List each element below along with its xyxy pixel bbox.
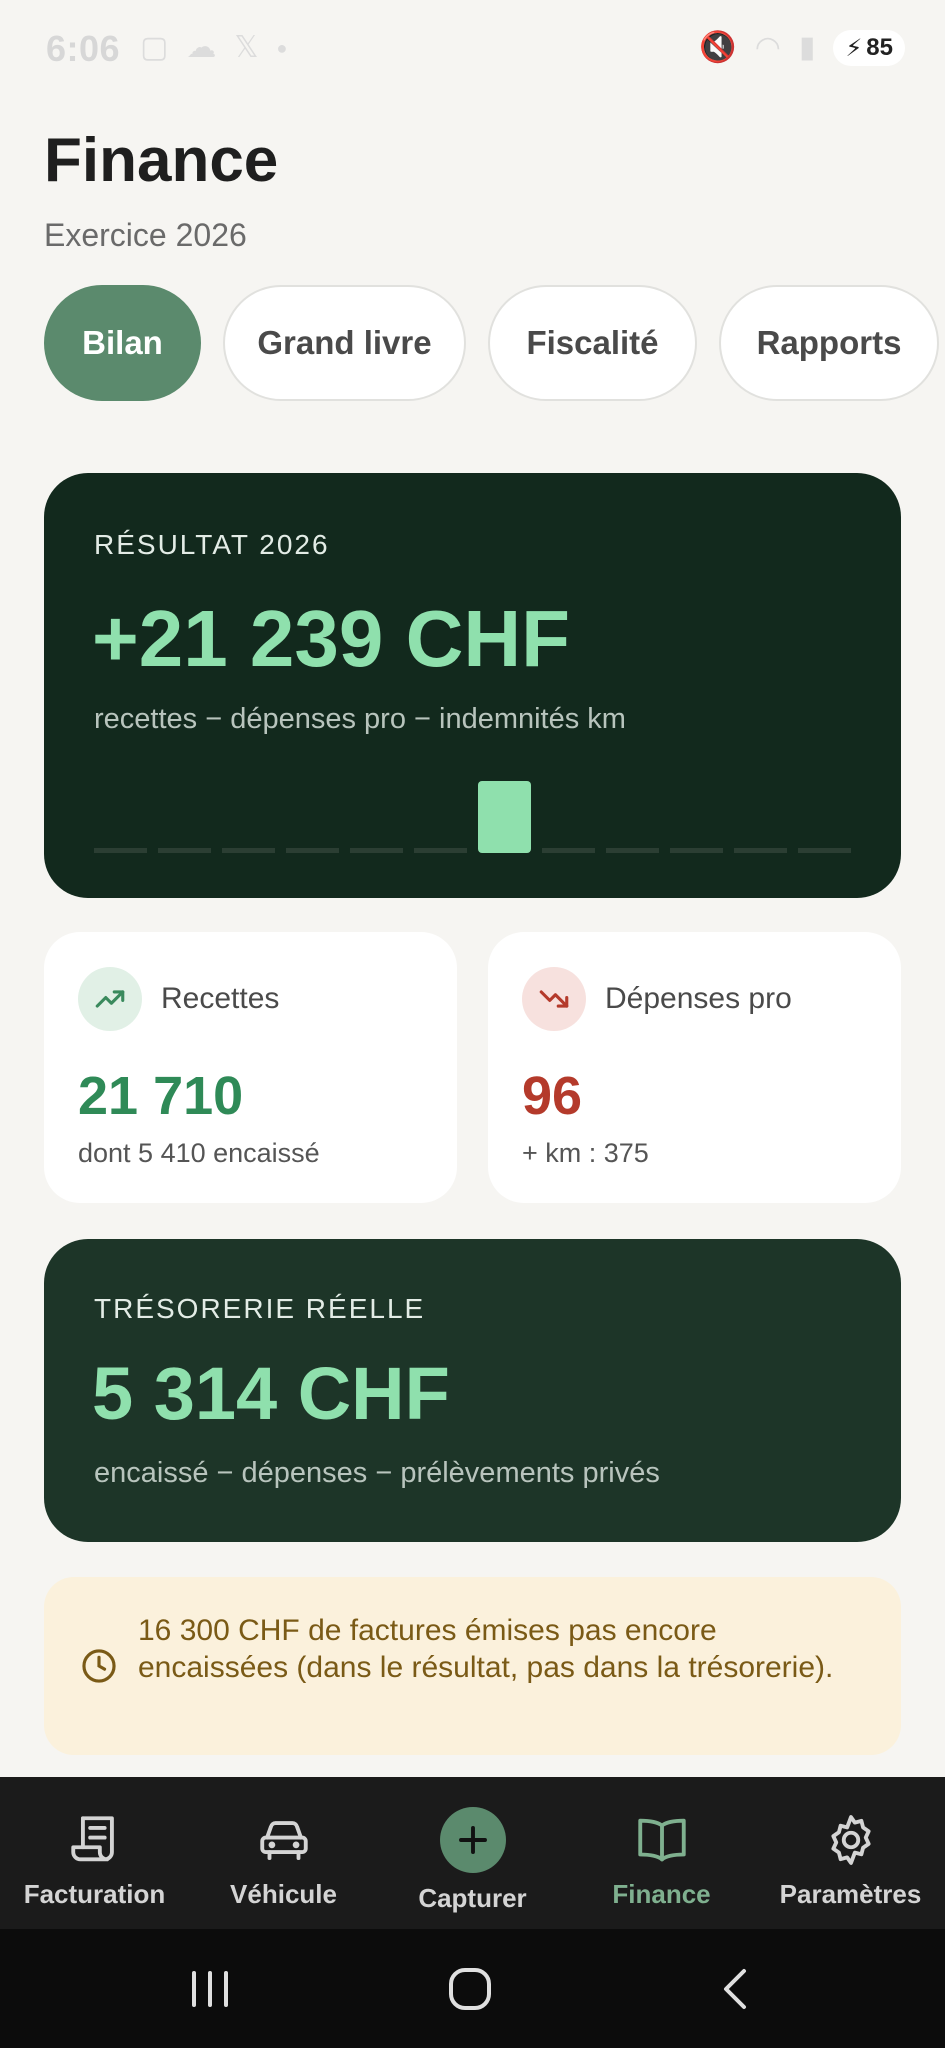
month-bar bbox=[94, 848, 147, 853]
month-bar bbox=[606, 848, 659, 853]
month-bar bbox=[478, 781, 531, 853]
gear-icon bbox=[822, 1809, 880, 1871]
month-bar bbox=[350, 848, 403, 853]
x-app-icon: 𝕏 bbox=[234, 31, 259, 64]
page-subtitle: Exercice 2026 bbox=[44, 217, 247, 253]
month-bar bbox=[222, 848, 275, 853]
nav-facturation[interactable]: Facturation bbox=[0, 1777, 189, 1929]
back-icon[interactable] bbox=[705, 1964, 765, 2014]
treasury-value: 5 314 CHF bbox=[92, 1352, 450, 1435]
result-label: RÉSULTAT 2026 bbox=[94, 529, 330, 560]
status-bar: 6:06 ▢ ☁ 𝕏 ● 🔇 ◠ ▮ ⚡ 85 bbox=[0, 0, 945, 100]
nav-label: Finance bbox=[612, 1879, 711, 1909]
nav-label: Paramètres bbox=[779, 1879, 922, 1909]
trend-down-icon bbox=[522, 967, 586, 1031]
expenses-label: Dépenses pro bbox=[605, 982, 792, 1015]
nav-label: Facturation bbox=[23, 1879, 166, 1909]
system-nav-bar bbox=[0, 1929, 945, 2048]
month-bar bbox=[286, 848, 339, 853]
expenses-sub: + km : 375 bbox=[522, 1138, 649, 1168]
nav-label: Véhicule bbox=[230, 1879, 337, 1909]
clock-icon bbox=[80, 1647, 118, 1690]
month-bar bbox=[158, 848, 211, 853]
battery-indicator: ⚡ 85 bbox=[833, 30, 905, 66]
monthly-bar-chart bbox=[94, 773, 851, 853]
month-bar bbox=[734, 848, 787, 853]
signal-icon: ▮ bbox=[798, 31, 816, 64]
month-bar bbox=[670, 848, 723, 853]
plus-icon bbox=[439, 1807, 506, 1873]
month-bar bbox=[414, 848, 467, 853]
treasury-label: TRÉSORERIE RÉELLE bbox=[94, 1293, 426, 1324]
tab-rapports[interactable]: Rapports bbox=[719, 285, 939, 401]
income-label: Recettes bbox=[161, 982, 280, 1015]
nav-vehicule[interactable]: Véhicule bbox=[189, 1777, 378, 1929]
tab-bar: Bilan Grand livre Fiscalité Rapports bbox=[44, 285, 939, 401]
result-value: +21 239 CHF bbox=[92, 594, 571, 683]
home-icon[interactable] bbox=[440, 1964, 500, 2014]
bottom-nav: Facturation Véhicule Capturer Finance Pa… bbox=[0, 1777, 945, 1929]
book-icon bbox=[631, 1809, 693, 1871]
treasury-card[interactable]: TRÉSORERIE RÉELLE 5 314 CHF encaissé − d… bbox=[44, 1239, 901, 1542]
month-bar bbox=[542, 848, 595, 853]
result-note: recettes − dépenses pro − indemnités km bbox=[94, 703, 626, 735]
battery-icon: ⚡ bbox=[845, 34, 863, 62]
page-title: Finance bbox=[44, 126, 279, 195]
recent-apps-icon[interactable] bbox=[180, 1964, 240, 2014]
result-card[interactable]: RÉSULTAT 2026 +21 239 CHF recettes − dép… bbox=[44, 473, 901, 898]
trend-up-icon bbox=[78, 967, 142, 1031]
screenshot-icon: ▢ bbox=[140, 31, 169, 64]
nav-capturer[interactable]: Capturer bbox=[378, 1777, 567, 1929]
unpaid-invoices-banner: 16 300 CHF de factures émises pas encore… bbox=[44, 1577, 901, 1755]
banner-text: 16 300 CHF de factures émises pas encore… bbox=[138, 1614, 834, 1684]
nav-finance[interactable]: Finance bbox=[567, 1777, 756, 1929]
tab-grand-livre[interactable]: Grand livre bbox=[223, 285, 466, 401]
expenses-value: 96 bbox=[522, 1066, 583, 1126]
nav-parametres[interactable]: Paramètres bbox=[756, 1777, 945, 1929]
month-bar bbox=[798, 848, 851, 853]
battery-level: 85 bbox=[866, 34, 893, 61]
income-card[interactable]: Recettes 21 710 dont 5 410 encaissé bbox=[44, 932, 457, 1203]
mute-icon: 🔇 bbox=[699, 31, 737, 64]
tab-bilan[interactable]: Bilan bbox=[44, 285, 201, 401]
wifi-icon: ◠ bbox=[754, 31, 781, 64]
cloud-icon: ☁ bbox=[186, 31, 217, 64]
receipt-icon bbox=[66, 1809, 124, 1871]
dot-icon: ● bbox=[276, 38, 288, 58]
tab-fiscalite[interactable]: Fiscalité bbox=[488, 285, 697, 401]
nav-label: Capturer bbox=[418, 1883, 527, 1913]
expenses-card[interactable]: Dépenses pro 96 + km : 375 bbox=[488, 932, 901, 1203]
status-time: 6:06 bbox=[46, 28, 121, 69]
car-icon bbox=[255, 1809, 313, 1871]
income-sub: dont 5 410 encaissé bbox=[78, 1138, 320, 1168]
treasury-note: encaissé − dépenses − prélèvements privé… bbox=[94, 1457, 660, 1489]
income-value: 21 710 bbox=[78, 1066, 244, 1126]
